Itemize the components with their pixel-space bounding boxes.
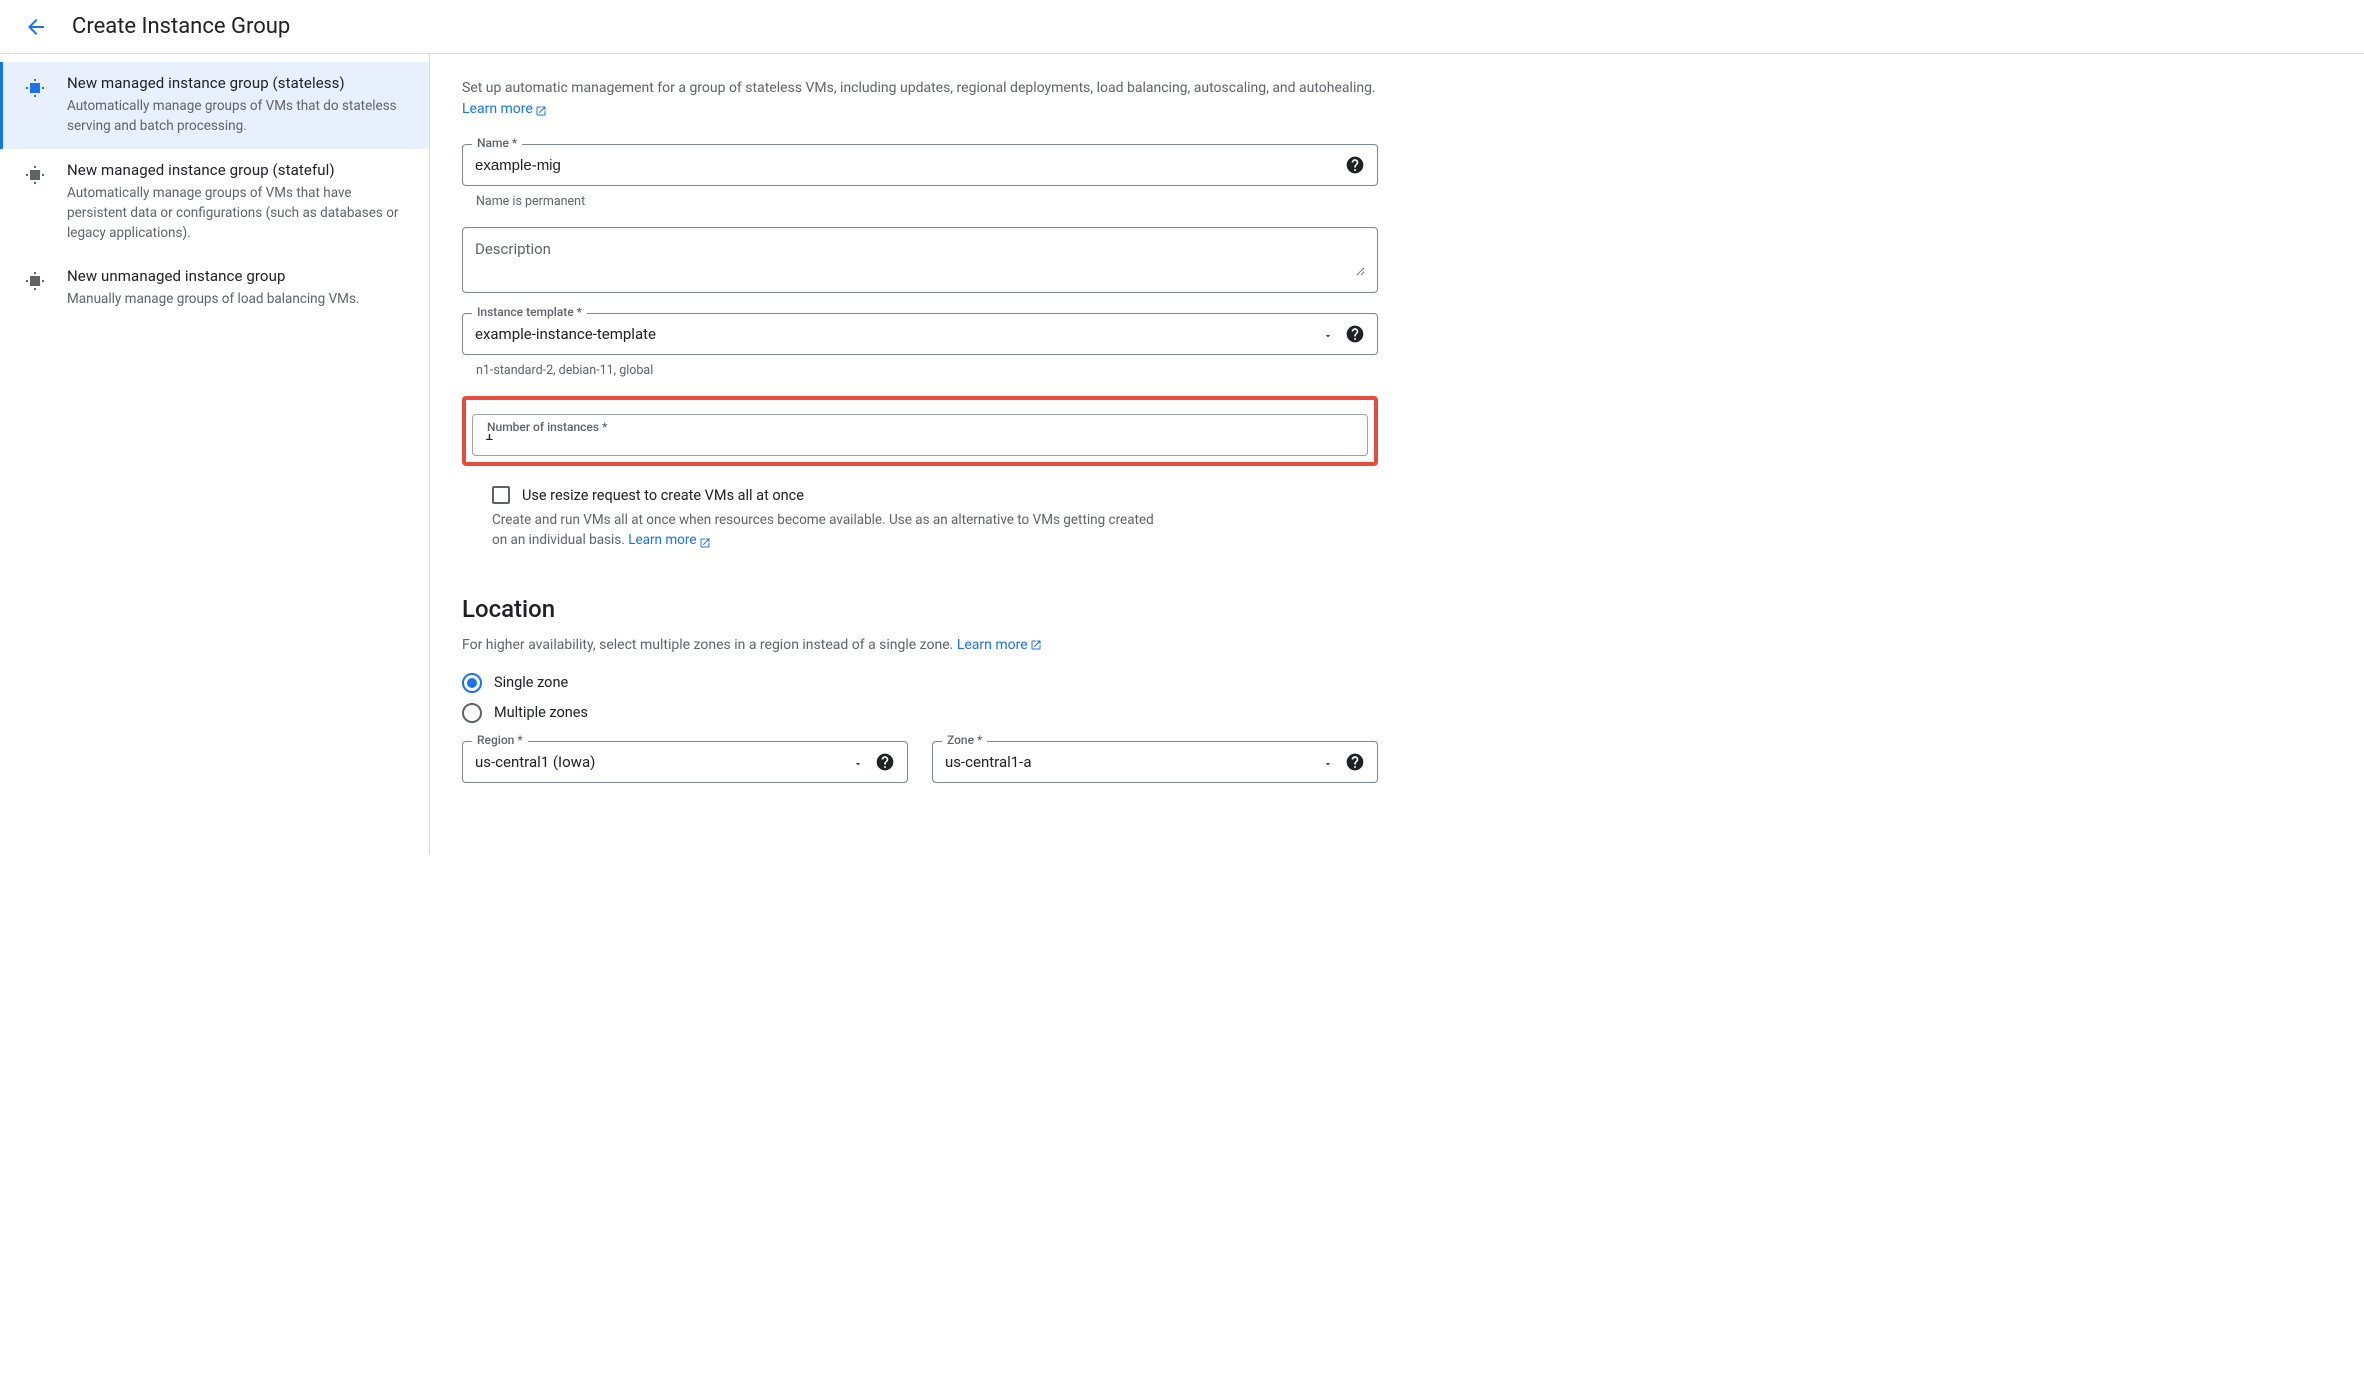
instance-group-icon bbox=[23, 269, 47, 293]
sidebar: New managed instance group (stateless) A… bbox=[0, 54, 430, 854]
region-label: Region * bbox=[472, 733, 528, 747]
sidebar-item-stateless[interactable]: New managed instance group (stateless) A… bbox=[0, 62, 429, 149]
description-field bbox=[462, 227, 1378, 293]
instances-input[interactable] bbox=[485, 427, 1355, 444]
sidebar-item-unmanaged[interactable]: New unmanaged instance group Manually ma… bbox=[0, 255, 429, 321]
learn-more-link[interactable]: Learn more bbox=[462, 101, 547, 117]
name-field: Name * bbox=[462, 144, 1378, 186]
learn-more-link[interactable]: Learn more bbox=[628, 532, 710, 548]
description-input[interactable] bbox=[475, 240, 1365, 276]
chevron-down-icon bbox=[853, 757, 863, 767]
resize-checkbox[interactable] bbox=[492, 486, 510, 504]
name-helper: Name is permanent bbox=[476, 194, 1378, 209]
sidebar-item-stateful[interactable]: New managed instance group (stateful) Au… bbox=[0, 149, 429, 256]
instances-highlight-box: Number of instances * bbox=[462, 396, 1378, 466]
help-icon[interactable] bbox=[1345, 155, 1365, 175]
sidebar-item-title: New managed instance group (stateful) bbox=[67, 161, 413, 179]
external-link-icon bbox=[1030, 639, 1042, 651]
instance-group-icon bbox=[23, 163, 47, 187]
learn-more-link[interactable]: Learn more bbox=[957, 637, 1042, 653]
resize-desc: Create and run VMs all at once when reso… bbox=[492, 510, 1172, 551]
page-header: Create Instance Group bbox=[0, 0, 2364, 54]
radio-single-zone[interactable]: Single zone bbox=[462, 673, 1378, 693]
chevron-down-icon bbox=[1323, 757, 1333, 767]
zone-label: Zone * bbox=[942, 733, 987, 747]
name-input[interactable] bbox=[475, 157, 1345, 174]
radio-multiple-zones[interactable]: Multiple zones bbox=[462, 703, 1378, 723]
help-icon[interactable] bbox=[1345, 324, 1365, 344]
resize-checkbox-label: Use resize request to create VMs all at … bbox=[522, 487, 804, 504]
zone-field: Zone * us-central1-a bbox=[932, 741, 1378, 783]
region-field: Region * us-central1 (Iowa) bbox=[462, 741, 908, 783]
sidebar-item-desc: Automatically manage groups of VMs that … bbox=[67, 96, 413, 137]
sidebar-item-desc: Manually manage groups of load balancing… bbox=[67, 289, 413, 309]
main-content: Set up automatic management for a group … bbox=[430, 54, 1410, 854]
sidebar-item-title: New managed instance group (stateless) bbox=[67, 74, 413, 92]
back-arrow-icon[interactable] bbox=[24, 15, 48, 39]
page-title: Create Instance Group bbox=[72, 14, 290, 39]
external-link-icon bbox=[699, 535, 711, 547]
location-title: Location bbox=[462, 595, 1378, 623]
sidebar-item-desc: Automatically manage groups of VMs that … bbox=[67, 183, 413, 244]
template-label: Instance template * bbox=[472, 305, 587, 319]
instance-group-icon bbox=[23, 76, 47, 100]
chevron-down-icon bbox=[1323, 329, 1333, 339]
help-icon[interactable] bbox=[1345, 752, 1365, 772]
intro-text: Set up automatic management for a group … bbox=[462, 78, 1378, 120]
external-link-icon bbox=[535, 103, 547, 115]
template-field: Instance template * example-instance-tem… bbox=[462, 313, 1378, 355]
sidebar-item-title: New unmanaged instance group bbox=[67, 267, 413, 285]
instances-label: Number of instances * bbox=[482, 420, 612, 434]
resize-checkbox-row[interactable]: Use resize request to create VMs all at … bbox=[492, 486, 1378, 504]
zone-select[interactable]: us-central1-a bbox=[932, 741, 1378, 783]
help-icon[interactable] bbox=[875, 752, 895, 772]
region-select[interactable]: us-central1 (Iowa) bbox=[462, 741, 908, 783]
template-helper: n1-standard-2, debian-11, global bbox=[476, 363, 1378, 378]
radio-button[interactable] bbox=[462, 703, 482, 723]
radio-button[interactable] bbox=[462, 673, 482, 693]
template-select[interactable]: example-instance-template bbox=[462, 313, 1378, 355]
name-label: Name * bbox=[472, 136, 522, 150]
location-desc: For higher availability, select multiple… bbox=[462, 637, 1378, 653]
